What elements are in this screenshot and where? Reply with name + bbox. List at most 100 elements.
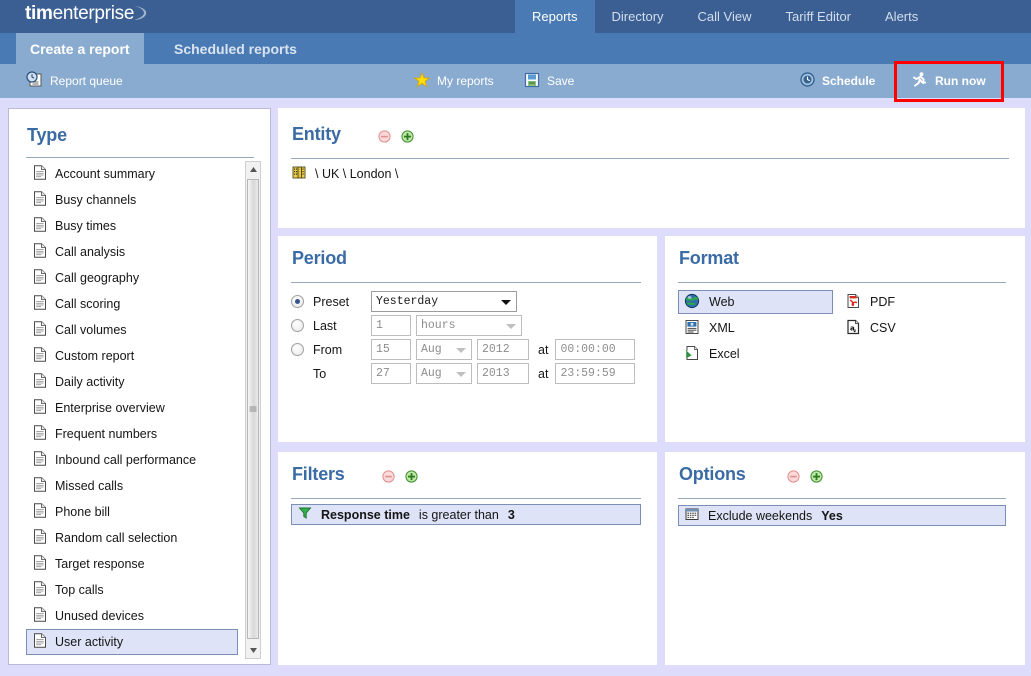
- options-panel-title: Options: [679, 464, 746, 485]
- scrollbar-thumb[interactable]: [247, 179, 259, 639]
- type-list-scrollbar[interactable]: [245, 161, 261, 659]
- save-button[interactable]: Save: [524, 64, 574, 98]
- remove-entity-icon[interactable]: [378, 130, 391, 146]
- period-to-year-input[interactable]: 2013: [477, 363, 529, 384]
- logo-swoosh-icon: [133, 4, 149, 22]
- report-type-item[interactable]: Custom report: [26, 343, 238, 369]
- report-type-item[interactable]: Busy channels: [26, 187, 238, 213]
- report-type-label: Top calls: [55, 583, 104, 597]
- report-type-item[interactable]: Phone bill: [26, 499, 238, 525]
- period-panel-title: Period: [292, 248, 347, 269]
- period-last-unit-value: hours: [421, 319, 456, 332]
- scrollbar-grip-icon: [250, 406, 257, 413]
- period-preset-value: Yesterday: [376, 295, 438, 308]
- document-icon: [33, 607, 47, 625]
- report-type-label: Missed calls: [55, 479, 123, 493]
- document-icon: [33, 581, 47, 599]
- scroll-down-arrow-icon[interactable]: [246, 643, 260, 658]
- csv-icon: a: [845, 319, 861, 338]
- report-type-item[interactable]: Top calls: [26, 577, 238, 603]
- period-to-month-value: Aug: [421, 367, 442, 380]
- period-to-month-select[interactable]: Aug: [416, 363, 472, 384]
- format-option-xml[interactable]: XML: [678, 316, 833, 340]
- format-option-csv[interactable]: a CSV: [839, 316, 989, 340]
- run-now-button[interactable]: Run now: [900, 64, 998, 98]
- scroll-up-arrow-icon[interactable]: [246, 162, 260, 177]
- period-from-year-input[interactable]: 2012: [477, 339, 529, 360]
- period-preset-radio[interactable]: [291, 295, 304, 308]
- tab-create-a-report[interactable]: Create a report: [16, 33, 144, 64]
- nav-item-alerts[interactable]: Alerts: [868, 0, 935, 33]
- report-type-item[interactable]: Inbound call performance: [26, 447, 238, 473]
- options-panel: Options Exclude weekends: [665, 452, 1025, 665]
- chevron-down-icon: [456, 372, 466, 377]
- document-icon: [33, 399, 47, 417]
- report-type-item[interactable]: Frequent numbers: [26, 421, 238, 447]
- nav-item-reports[interactable]: Reports: [515, 0, 595, 33]
- schedule-button[interactable]: Schedule: [800, 64, 875, 98]
- report-type-item[interactable]: Account summary: [26, 161, 238, 187]
- format-option-pdf[interactable]: PDF: [839, 290, 989, 314]
- period-from-row: From 15 Aug 2012 at 00:00:00: [291, 338, 640, 361]
- document-icon: [33, 633, 47, 651]
- remove-filter-icon[interactable]: [382, 470, 395, 486]
- document-icon: [33, 555, 47, 573]
- nav-item-directory[interactable]: Directory: [595, 0, 681, 33]
- report-type-label: Call volumes: [55, 323, 127, 337]
- format-option-web[interactable]: Web: [678, 290, 833, 314]
- type-panel-divider: [26, 157, 254, 158]
- pdf-icon: [845, 293, 861, 312]
- report-type-item-selected[interactable]: User activity: [26, 629, 238, 655]
- filter-row[interactable]: Response time is greater than 3: [291, 504, 641, 525]
- report-type-item[interactable]: Busy times: [26, 213, 238, 239]
- type-panel-title: Type: [27, 125, 67, 146]
- report-type-item[interactable]: Call geography: [26, 265, 238, 291]
- toolbar: Report queue My reports Save S: [0, 64, 1031, 98]
- nav-item-tariff-editor[interactable]: Tariff Editor: [769, 0, 869, 33]
- add-filter-icon[interactable]: [405, 470, 418, 486]
- report-queue-button[interactable]: Report queue: [26, 64, 123, 98]
- period-last-unit-select[interactable]: hours: [416, 315, 522, 336]
- option-row[interactable]: Exclude weekends Yes: [678, 505, 1006, 526]
- report-type-list[interactable]: Account summaryBusy channelsBusy timesCa…: [26, 161, 238, 659]
- filter-operator-label: is greater than: [419, 508, 499, 522]
- my-reports-button[interactable]: My reports: [414, 64, 494, 98]
- nav-item-call-view[interactable]: Call View: [681, 0, 769, 33]
- add-entity-icon[interactable]: [401, 130, 414, 146]
- add-option-icon[interactable]: [810, 470, 823, 486]
- period-preset-select[interactable]: Yesterday: [371, 291, 517, 312]
- chevron-down-icon: [456, 348, 466, 353]
- report-type-item[interactable]: Enterprise overview: [26, 395, 238, 421]
- period-last-radio[interactable]: [291, 319, 304, 332]
- period-to-day-input[interactable]: 27: [371, 363, 411, 384]
- filters-panel-actions: [382, 470, 418, 486]
- report-type-item[interactable]: Unused devices: [26, 603, 238, 629]
- report-type-label: Frequent numbers: [55, 427, 157, 441]
- report-type-item[interactable]: Call volumes: [26, 317, 238, 343]
- period-to-time-input[interactable]: 23:59:59: [555, 363, 635, 384]
- period-from-day-input[interactable]: 15: [371, 339, 411, 360]
- period-last-amount-input[interactable]: 1: [371, 315, 411, 336]
- period-from-month-select[interactable]: Aug: [416, 339, 472, 360]
- period-to-at-label: at: [538, 367, 548, 381]
- report-type-label: Unused devices: [55, 609, 144, 623]
- tab-scheduled-reports[interactable]: Scheduled reports: [160, 33, 311, 64]
- report-type-item[interactable]: Daily activity: [26, 369, 238, 395]
- report-type-item[interactable]: Call scoring: [26, 291, 238, 317]
- type-panel: Type Account summaryBusy channelsBusy ti…: [8, 108, 271, 665]
- report-type-item[interactable]: Missed calls: [26, 473, 238, 499]
- report-type-label: Inbound call performance: [55, 453, 196, 467]
- report-type-item[interactable]: Random call selection: [26, 525, 238, 551]
- report-type-label: Daily activity: [55, 375, 124, 389]
- entity-panel: Entity \ UK \ London \: [278, 108, 1025, 228]
- period-from-radio[interactable]: [291, 343, 304, 356]
- remove-option-icon[interactable]: [787, 470, 800, 486]
- document-icon: [33, 295, 47, 313]
- report-type-item[interactable]: Target response: [26, 551, 238, 577]
- format-panel-divider: [678, 282, 1006, 283]
- report-type-item[interactable]: Call analysis: [26, 239, 238, 265]
- entity-row[interactable]: \ UK \ London \: [292, 165, 398, 182]
- format-option-excel[interactable]: Excel: [678, 342, 833, 366]
- star-icon: [414, 72, 430, 91]
- period-from-time-input[interactable]: 00:00:00: [555, 339, 635, 360]
